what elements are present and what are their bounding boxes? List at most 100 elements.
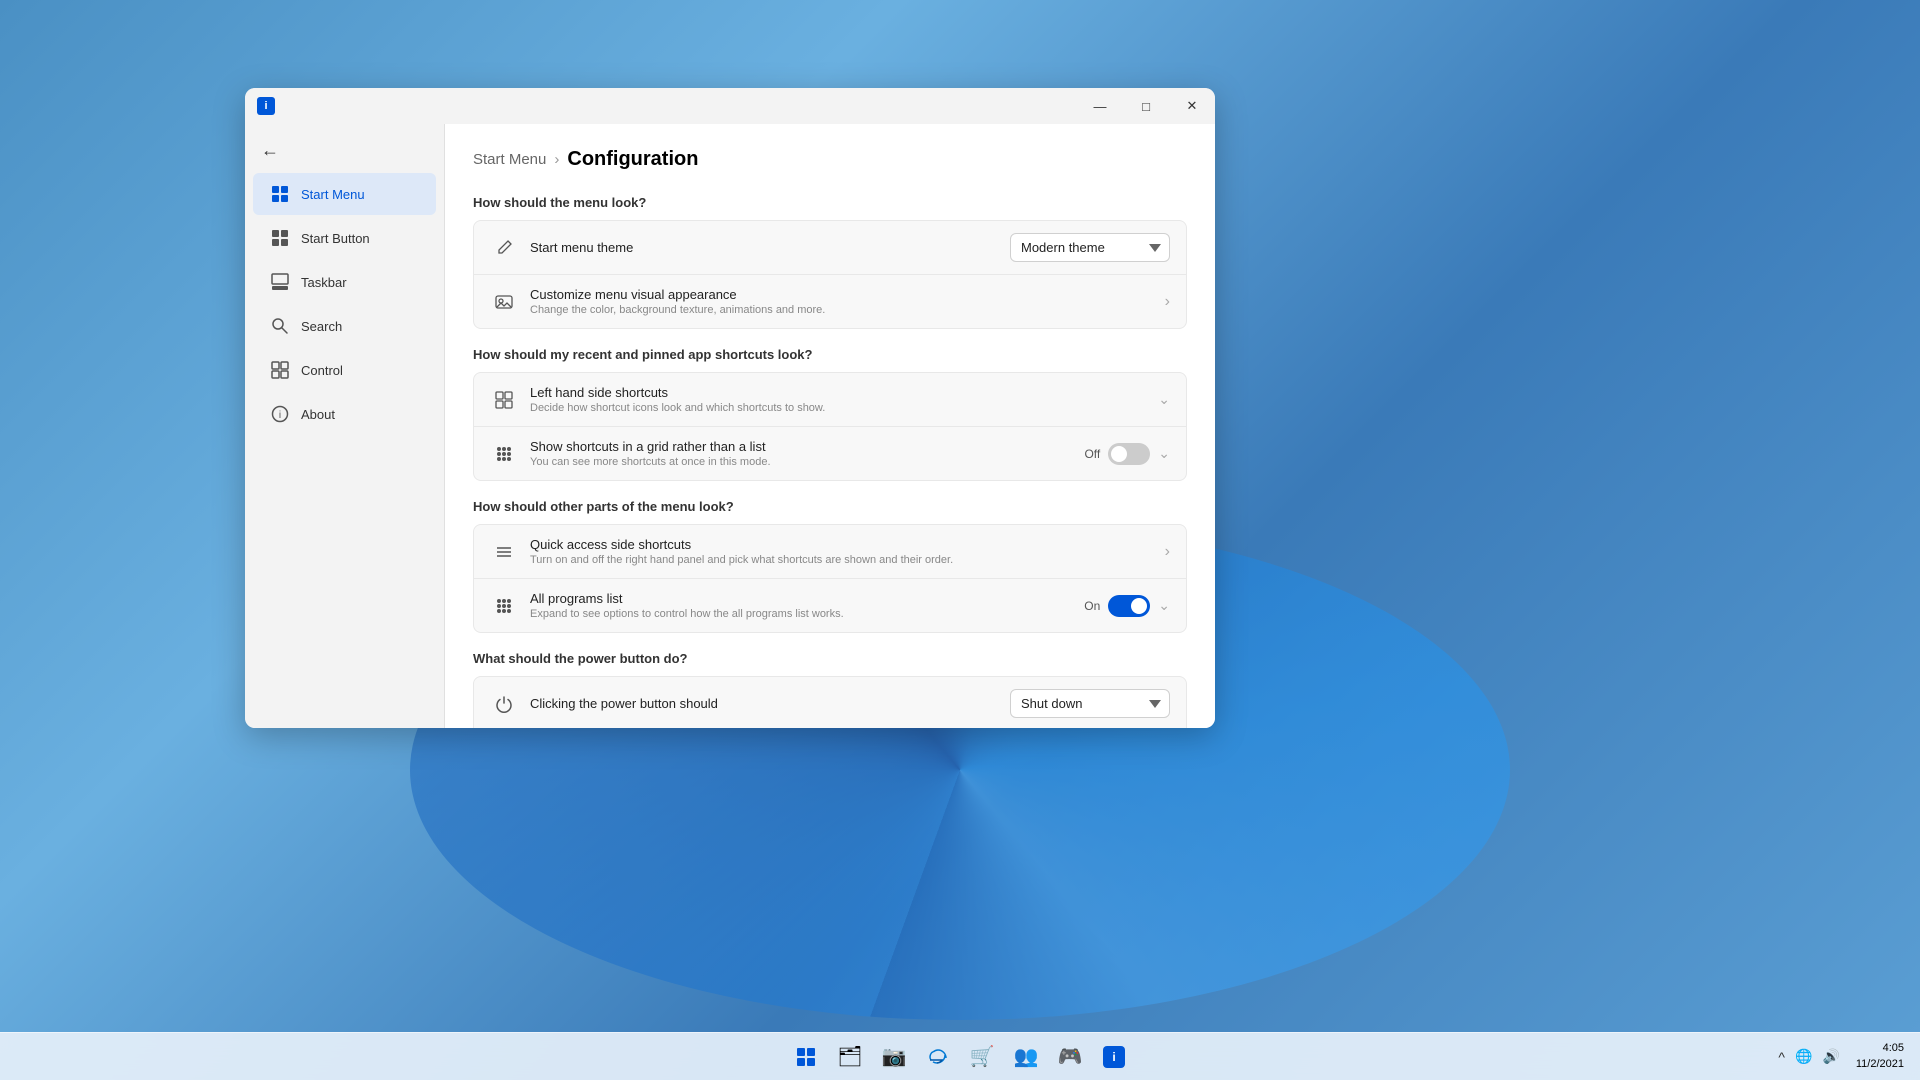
time-display: 4:05 <box>1856 1041 1904 1056</box>
breadcrumb-current: Configuration <box>567 148 698 171</box>
section-title-menu-look: How should the menu look? <box>473 195 1187 210</box>
row-customize-visual[interactable]: Customize menu visual appearance Change … <box>474 274 1186 328</box>
sidebar-item-start-button[interactable]: Start Button <box>253 217 436 259</box>
taskbar-start-button[interactable] <box>786 1037 826 1077</box>
customize-visual-sublabel: Change the color, background texture, an… <box>530 304 1153 316</box>
desktop: i — □ ✕ ← <box>0 0 1920 1080</box>
sidebar-item-label: Taskbar <box>301 275 347 290</box>
clock[interactable]: 4:05 11/2/2021 <box>1848 1041 1912 1072</box>
power-icon <box>490 690 518 718</box>
chevron-down-icon: ⌄ <box>1158 597 1170 614</box>
chevron-right-icon: › <box>1165 293 1170 311</box>
grid-shortcuts-toggle[interactable] <box>1108 443 1150 465</box>
sidebar-item-control[interactable]: Control <box>253 349 436 391</box>
close-button[interactable]: ✕ <box>1169 88 1215 124</box>
start-menu-theme-dropdown[interactable]: Modern theme Classic theme Windows 10 <box>1010 233 1170 262</box>
maximize-button[interactable]: □ <box>1123 88 1169 124</box>
all-programs-toggle-label: On <box>1084 599 1100 613</box>
grid-square-icon <box>490 386 518 414</box>
grid-toggle-label: Off <box>1084 447 1100 461</box>
section-power-button: What should the power button do? <box>473 651 1187 728</box>
clicking-power-label: Clicking the power button should <box>530 696 998 711</box>
search-icon <box>269 315 291 337</box>
taskbar-right: ^ 🌐 🔊 4:05 11/2/2021 <box>1774 1041 1912 1072</box>
minimize-button[interactable]: — <box>1077 88 1123 124</box>
pencil-icon <box>490 234 518 262</box>
section-shortcuts-look: How should my recent and pinned app shor… <box>473 347 1187 481</box>
row-all-programs: All programs list Expand to see options … <box>474 578 1186 632</box>
sidebar-item-start-menu[interactable]: Start Menu <box>253 173 436 215</box>
volume-icon[interactable]: 🔊 <box>1818 1044 1843 1069</box>
image-icon <box>490 288 518 316</box>
quick-access-label: Quick access side shortcuts <box>530 537 1153 552</box>
all-programs-toggle[interactable] <box>1108 595 1150 617</box>
taskbar-camera[interactable]: 📷 <box>874 1037 914 1077</box>
grid-shortcuts-sublabel: You can see more shortcuts at once in th… <box>530 456 1072 468</box>
sidebar: ← Start Menu <box>245 124 445 728</box>
taskbar: 🗂 📷 🛒 👥 🎮 <box>0 1032 1920 1080</box>
start-menu-theme-label: Start menu theme <box>530 240 998 255</box>
section-title-power: What should the power button do? <box>473 651 1187 666</box>
taskbar-icon <box>269 271 291 293</box>
breadcrumb-parent: Start Menu <box>473 151 546 168</box>
row-start-menu-theme: Start menu theme Modern theme Classic th… <box>474 221 1186 274</box>
toggle-thumb <box>1111 446 1127 462</box>
row-left-hand-shortcuts[interactable]: Left hand side shortcuts Decide how shor… <box>474 373 1186 426</box>
start-button-icon <box>269 227 291 249</box>
section-title-shortcuts: How should my recent and pinned app shor… <box>473 347 1187 362</box>
network-icon[interactable]: 🌐 <box>1791 1044 1816 1069</box>
card-menu-look: Start menu theme Modern theme Classic th… <box>473 220 1187 329</box>
taskbar-edge[interactable] <box>918 1037 958 1077</box>
app-icon: i <box>257 97 275 115</box>
row-quick-access[interactable]: Quick access side shortcuts Turn on and … <box>474 525 1186 578</box>
taskbar-teams[interactable]: 👥 <box>1006 1037 1046 1077</box>
taskbar-xbox[interactable]: 🎮 <box>1050 1037 1090 1077</box>
start-menu-icon <box>269 183 291 205</box>
titlebar: i — □ ✕ <box>245 88 1215 124</box>
breadcrumb-separator: › <box>554 151 559 168</box>
toggle-thumb <box>1131 598 1147 614</box>
power-action-dropdown[interactable]: Shut down Restart Sleep Hibernate Sign o… <box>1010 689 1170 718</box>
app-window: i — □ ✕ ← <box>245 88 1215 728</box>
chevron-right-icon: › <box>1165 543 1170 561</box>
date-display: 11/2/2021 <box>1856 1057 1904 1072</box>
section-menu-look: How should the menu look? Start menu the… <box>473 195 1187 329</box>
grid-shortcuts-label: Show shortcuts in a grid rather than a l… <box>530 439 1072 454</box>
breadcrumb: Start Menu › Configuration <box>473 148 1187 171</box>
sidebar-item-label: Search <box>301 319 342 334</box>
left-hand-shortcuts-label: Left hand side shortcuts <box>530 385 1146 400</box>
control-icon <box>269 359 291 381</box>
card-shortcuts: Left hand side shortcuts Decide how shor… <box>473 372 1187 481</box>
tray-up-arrow[interactable]: ^ <box>1774 1045 1789 1069</box>
svg-text:i: i <box>279 410 281 421</box>
card-power: Clicking the power button should Shut do… <box>473 676 1187 728</box>
sidebar-item-label: Start Button <box>301 231 370 246</box>
section-title-other: How should other parts of the menu look? <box>473 499 1187 514</box>
sidebar-item-about[interactable]: i About <box>253 393 436 435</box>
quick-access-sublabel: Turn on and off the right hand panel and… <box>530 554 1153 566</box>
back-button[interactable]: ← <box>261 140 279 161</box>
chevron-down-icon: ⌄ <box>1158 445 1170 462</box>
nav-back-area: ← <box>245 132 444 169</box>
main-content: Start Menu › Configuration How should th… <box>445 124 1215 728</box>
sidebar-item-label: About <box>301 407 335 422</box>
taskbar-start11[interactable]: i <box>1094 1037 1134 1077</box>
sidebar-item-label: Control <box>301 363 343 378</box>
customize-visual-label: Customize menu visual appearance <box>530 287 1153 302</box>
row-grid-shortcuts: Show shortcuts in a grid rather than a l… <box>474 426 1186 480</box>
window-controls: — □ ✕ <box>1077 88 1215 124</box>
sidebar-item-taskbar[interactable]: Taskbar <box>253 261 436 303</box>
all-programs-label: All programs list <box>530 591 1072 606</box>
grid-dots-icon <box>490 440 518 468</box>
section-other-parts: How should other parts of the menu look? <box>473 499 1187 633</box>
taskbar-file-explorer[interactable]: 🗂 <box>830 1037 870 1077</box>
grid-dots-2-icon <box>490 592 518 620</box>
all-programs-sublabel: Expand to see options to control how the… <box>530 608 1072 620</box>
sidebar-item-search[interactable]: Search <box>253 305 436 347</box>
card-other-parts: Quick access side shortcuts Turn on and … <box>473 524 1187 633</box>
taskbar-center: 🗂 📷 🛒 👥 🎮 <box>786 1037 1134 1077</box>
left-hand-shortcuts-sublabel: Decide how shortcut icons look and which… <box>530 402 1146 414</box>
menu-lines-icon <box>490 538 518 566</box>
taskbar-store[interactable]: 🛒 <box>962 1037 1002 1077</box>
window-body: ← Start Menu <box>245 124 1215 728</box>
